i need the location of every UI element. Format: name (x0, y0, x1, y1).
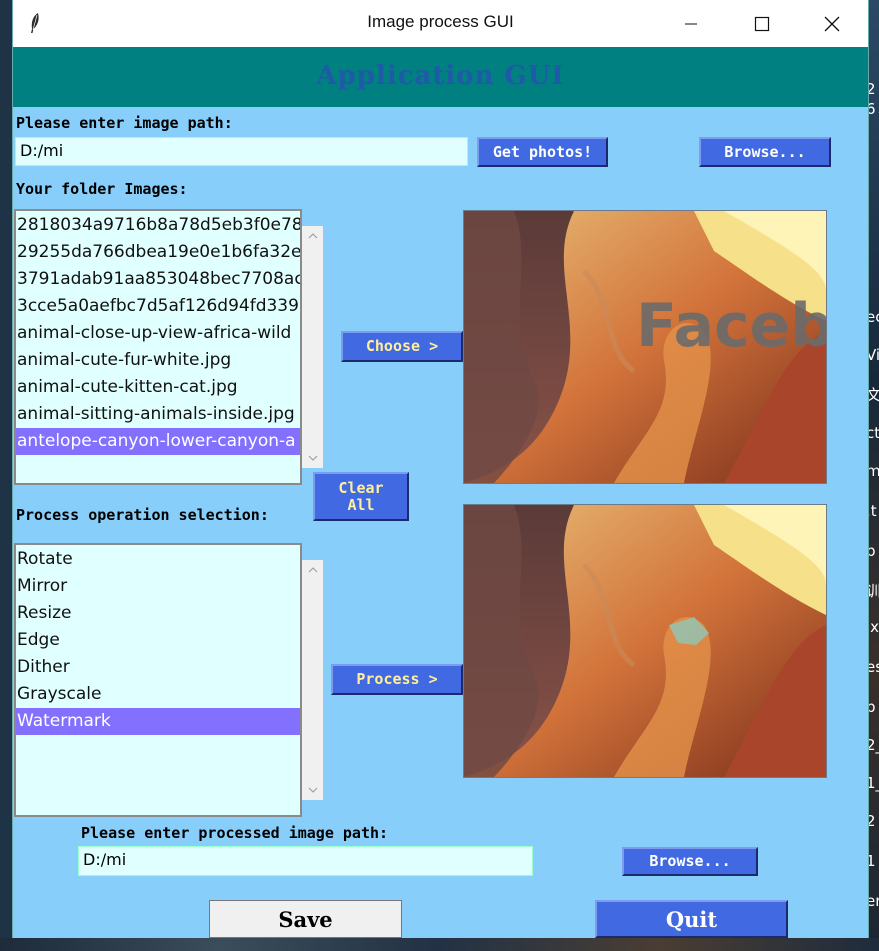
file-list-item[interactable]: animal-cute-fur-white.jpg (16, 347, 300, 374)
operation-item-rotate[interactable]: Rotate (16, 546, 300, 573)
banner-title: Application GUI (316, 61, 565, 91)
close-icon (824, 16, 840, 31)
close-button[interactable] (808, 0, 856, 47)
operation-item-mirror[interactable]: Mirror (16, 573, 300, 600)
maximize-button[interactable] (738, 0, 786, 47)
desktop-taskbar-strip (0, 938, 879, 951)
original-image-preview: Faceboo (463, 210, 827, 484)
process-operation-label: Process operation selection: (16, 506, 269, 524)
watermark-text: Faceboo (636, 291, 826, 361)
save-button[interactable]: Save (209, 900, 402, 938)
scroll-down-icon[interactable] (302, 782, 323, 798)
file-list-item[interactable]: 3cce5a0aefbc7d5af126d94fd339 (16, 293, 300, 320)
scroll-up-icon[interactable] (302, 562, 323, 578)
file-list-item[interactable]: 3791adab91aa853048bec7708ac (16, 266, 300, 293)
operation-item-resize[interactable]: Resize (16, 600, 300, 627)
operation-item-watermark[interactable]: Watermark (16, 708, 300, 735)
clear-all-button[interactable]: Clear All (313, 472, 409, 521)
quit-button[interactable]: Quit (595, 900, 788, 938)
scroll-down-icon[interactable] (302, 450, 323, 466)
folder-images-label: Your folder Images: (16, 180, 188, 198)
operation-item-dither[interactable]: Dither (16, 654, 300, 681)
operations-list-scrollbar[interactable] (302, 560, 323, 800)
app-banner: Application GUI (13, 47, 868, 107)
scroll-up-icon[interactable] (302, 228, 323, 244)
operation-item-edge[interactable]: Edge (16, 627, 300, 654)
image-path-label: Please enter image path: (16, 114, 233, 132)
operations-listbox[interactable]: Rotate Mirror Resize Edge Dither Graysca… (14, 543, 302, 817)
file-list-item[interactable]: animal-close-up-view-africa-wild (16, 320, 300, 347)
folder-list-scrollbar[interactable] (302, 226, 323, 468)
get-photos-button[interactable]: Get photos! (477, 137, 608, 167)
choose-button[interactable]: Choose > (341, 331, 463, 362)
maximize-icon (754, 16, 770, 31)
operation-item-grayscale[interactable]: Grayscale (16, 681, 300, 708)
processed-image-preview (463, 504, 827, 778)
file-list-item[interactable]: 2818034a9716b8a78d5eb3f0e78 (16, 212, 300, 239)
minimize-icon (685, 23, 697, 24)
browse-input-button[interactable]: Browse... (699, 137, 831, 167)
app-window: Image process GUI Application GUI Please… (12, 0, 869, 938)
minimize-button[interactable] (667, 0, 715, 47)
processed-path-input[interactable]: D:/mi (78, 846, 533, 876)
file-list-item[interactable]: animal-cute-kitten-cat.jpg (16, 374, 300, 401)
process-button[interactable]: Process > (331, 664, 463, 695)
image-path-input[interactable]: D:/mi (15, 137, 468, 166)
browse-output-button[interactable]: Browse... (622, 847, 758, 876)
file-list-item[interactable]: animal-sitting-animals-inside.jpg (16, 401, 300, 428)
title-bar[interactable]: Image process GUI (13, 0, 868, 47)
file-list-item-selected[interactable]: antelope-canyon-lower-canyon-a (16, 428, 300, 455)
processed-path-label: Please enter processed image path: (81, 824, 389, 842)
file-list-item[interactable]: 29255da766dbea19e0e1b6fa32e (16, 239, 300, 266)
folder-images-listbox[interactable]: 2818034a9716b8a78d5eb3f0e78 29255da766db… (14, 209, 302, 485)
